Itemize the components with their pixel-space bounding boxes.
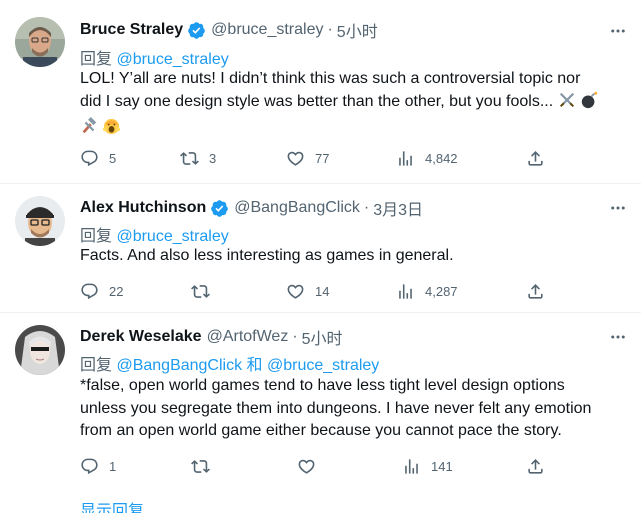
view-count: 141 bbox=[431, 458, 453, 474]
share-icon bbox=[528, 458, 543, 474]
tweet-text-line: did I say one design style was better th… bbox=[80, 91, 628, 117]
verified-badge-icon[interactable] bbox=[210, 199, 229, 218]
crossed-swords-emoji bbox=[558, 91, 576, 117]
user-handle[interactable]: @ArtofWez bbox=[207, 328, 289, 346]
tweet-text-line: LOL! Y’all are nuts! I didn’t think this… bbox=[80, 70, 581, 87]
views-button[interactable]: 141 bbox=[402, 455, 453, 477]
view-count: 4,287 bbox=[425, 283, 458, 299]
reply-button[interactable]: 22 bbox=[80, 280, 123, 302]
hammer-emoji bbox=[80, 117, 98, 143]
reply-count: 5 bbox=[109, 150, 117, 166]
mention-link[interactable]: @BangBangClick bbox=[116, 357, 242, 374]
tweet-text-line bbox=[80, 116, 628, 138]
views-button[interactable]: 4,287 bbox=[396, 280, 458, 302]
tweet-header: Bruce Straley @bruce_straley · 5小时 bbox=[80, 19, 378, 41]
more-icon bbox=[611, 206, 625, 210]
share-icon bbox=[528, 283, 543, 299]
timestamp[interactable]: 5小时 bbox=[302, 325, 343, 349]
tweet-text-line: Facts. And also less interesting as game… bbox=[80, 247, 454, 264]
tweet[interactable]: Derek Weselake @ArtofWez · 5小时 回复 @BangB… bbox=[0, 313, 641, 513]
heart-icon bbox=[287, 151, 304, 166]
bomb-emoji bbox=[580, 91, 598, 117]
views-button[interactable]: 4,842 bbox=[396, 147, 458, 169]
show-replies-link[interactable]: 显示回复 bbox=[80, 497, 144, 513]
user-handle[interactable]: @bruce_straley bbox=[211, 21, 323, 39]
tweet-text: LOL! Y’all are nuts! I didn’t think this… bbox=[80, 68, 628, 138]
mention-link[interactable]: @bruce_straley bbox=[116, 228, 228, 245]
like-button[interactable]: 14 bbox=[286, 280, 329, 302]
reply-icon bbox=[81, 458, 98, 474]
tweet-text: *false, open world games tend to have le… bbox=[80, 375, 628, 443]
share-button[interactable] bbox=[526, 455, 545, 477]
reply-button[interactable]: 5 bbox=[80, 147, 116, 169]
like-button[interactable] bbox=[297, 455, 316, 477]
more-icon bbox=[611, 335, 625, 339]
display-name[interactable]: Alex Hutchinson bbox=[80, 199, 206, 217]
reply-count: 22 bbox=[109, 283, 124, 299]
tweet-text-line: from an open world game either because y… bbox=[80, 422, 562, 439]
mention-link[interactable]: @bruce_straley bbox=[116, 51, 228, 68]
reply-prefix: 回复 bbox=[80, 228, 117, 245]
reply-joiner: 和 bbox=[242, 357, 267, 374]
avatar[interactable] bbox=[15, 325, 65, 375]
view-count: 4,842 bbox=[425, 150, 458, 166]
reply-button[interactable]: 1 bbox=[80, 455, 116, 477]
tweet-text-line: *false, open world games tend to have le… bbox=[80, 377, 565, 394]
replying-to: 回复 @bruce_straley bbox=[80, 222, 229, 246]
replying-to: 回复 @BangBangClick 和 @bruce_straley bbox=[80, 351, 379, 375]
separator-dot: · bbox=[363, 199, 370, 216]
retweet-icon bbox=[180, 151, 199, 165]
user-handle[interactable]: @BangBangClick bbox=[234, 199, 360, 217]
reply-prefix: 回复 bbox=[80, 51, 117, 68]
avatar-image bbox=[15, 196, 65, 246]
heart-icon bbox=[287, 284, 304, 299]
replying-to: 回复 @bruce_straley bbox=[80, 45, 229, 69]
screaming-face-emoji bbox=[102, 116, 121, 143]
analytics-icon bbox=[399, 283, 412, 299]
avatar[interactable] bbox=[15, 196, 65, 246]
retweet-count: 3 bbox=[209, 150, 217, 166]
like-button[interactable]: 77 bbox=[286, 147, 329, 169]
timestamp[interactable]: 5小时 bbox=[337, 18, 378, 42]
display-name[interactable]: Derek Weselake bbox=[80, 328, 202, 346]
like-count: 14 bbox=[315, 283, 330, 299]
more-options-button[interactable] bbox=[607, 197, 629, 219]
retweet-button[interactable] bbox=[191, 455, 210, 477]
display-name[interactable]: Bruce Straley bbox=[80, 21, 183, 39]
retweet-button[interactable]: 3 bbox=[180, 147, 216, 169]
analytics-icon bbox=[399, 150, 412, 166]
reply-icon bbox=[81, 283, 98, 299]
more-options-button[interactable] bbox=[607, 326, 629, 348]
share-button[interactable] bbox=[526, 280, 545, 302]
tweet[interactable]: Alex Hutchinson @BangBangClick · 3月3日 回复… bbox=[0, 184, 641, 312]
tweet-text-line: unless you segregate them into dungeons.… bbox=[80, 399, 592, 417]
retweet-button[interactable] bbox=[191, 280, 210, 302]
analytics-icon bbox=[405, 458, 418, 474]
share-icon bbox=[528, 150, 543, 166]
reply-prefix: 回复 bbox=[80, 357, 117, 374]
separator-dot: · bbox=[327, 21, 333, 38]
avatar-image bbox=[15, 17, 65, 67]
avatar-image bbox=[15, 325, 65, 375]
tweet-text: Facts. And also less interesting as game… bbox=[80, 245, 628, 268]
retweet-icon bbox=[191, 284, 210, 298]
like-count: 77 bbox=[315, 150, 330, 166]
heart-icon bbox=[298, 459, 315, 474]
reply-icon bbox=[81, 150, 98, 166]
separator-dot: · bbox=[292, 328, 298, 345]
tweet-text-segment: did I say one design style was better th… bbox=[80, 92, 554, 110]
verified-badge-icon[interactable] bbox=[187, 21, 206, 40]
tweet-header: Derek Weselake @ArtofWez · 5小时 bbox=[80, 326, 343, 348]
tweet-header: Alex Hutchinson @BangBangClick · 3月3日 bbox=[80, 197, 423, 219]
mention-link[interactable]: @bruce_straley bbox=[267, 357, 379, 374]
avatar[interactable] bbox=[15, 17, 65, 67]
tweet[interactable]: Bruce Straley @bruce_straley · 5小时 回复 @b… bbox=[0, 0, 641, 183]
more-icon bbox=[611, 29, 625, 33]
more-options-button[interactable] bbox=[607, 20, 629, 42]
share-button[interactable] bbox=[526, 147, 545, 169]
retweet-icon bbox=[191, 459, 210, 473]
reply-count: 1 bbox=[109, 458, 117, 474]
timestamp[interactable]: 3月3日 bbox=[373, 196, 423, 220]
